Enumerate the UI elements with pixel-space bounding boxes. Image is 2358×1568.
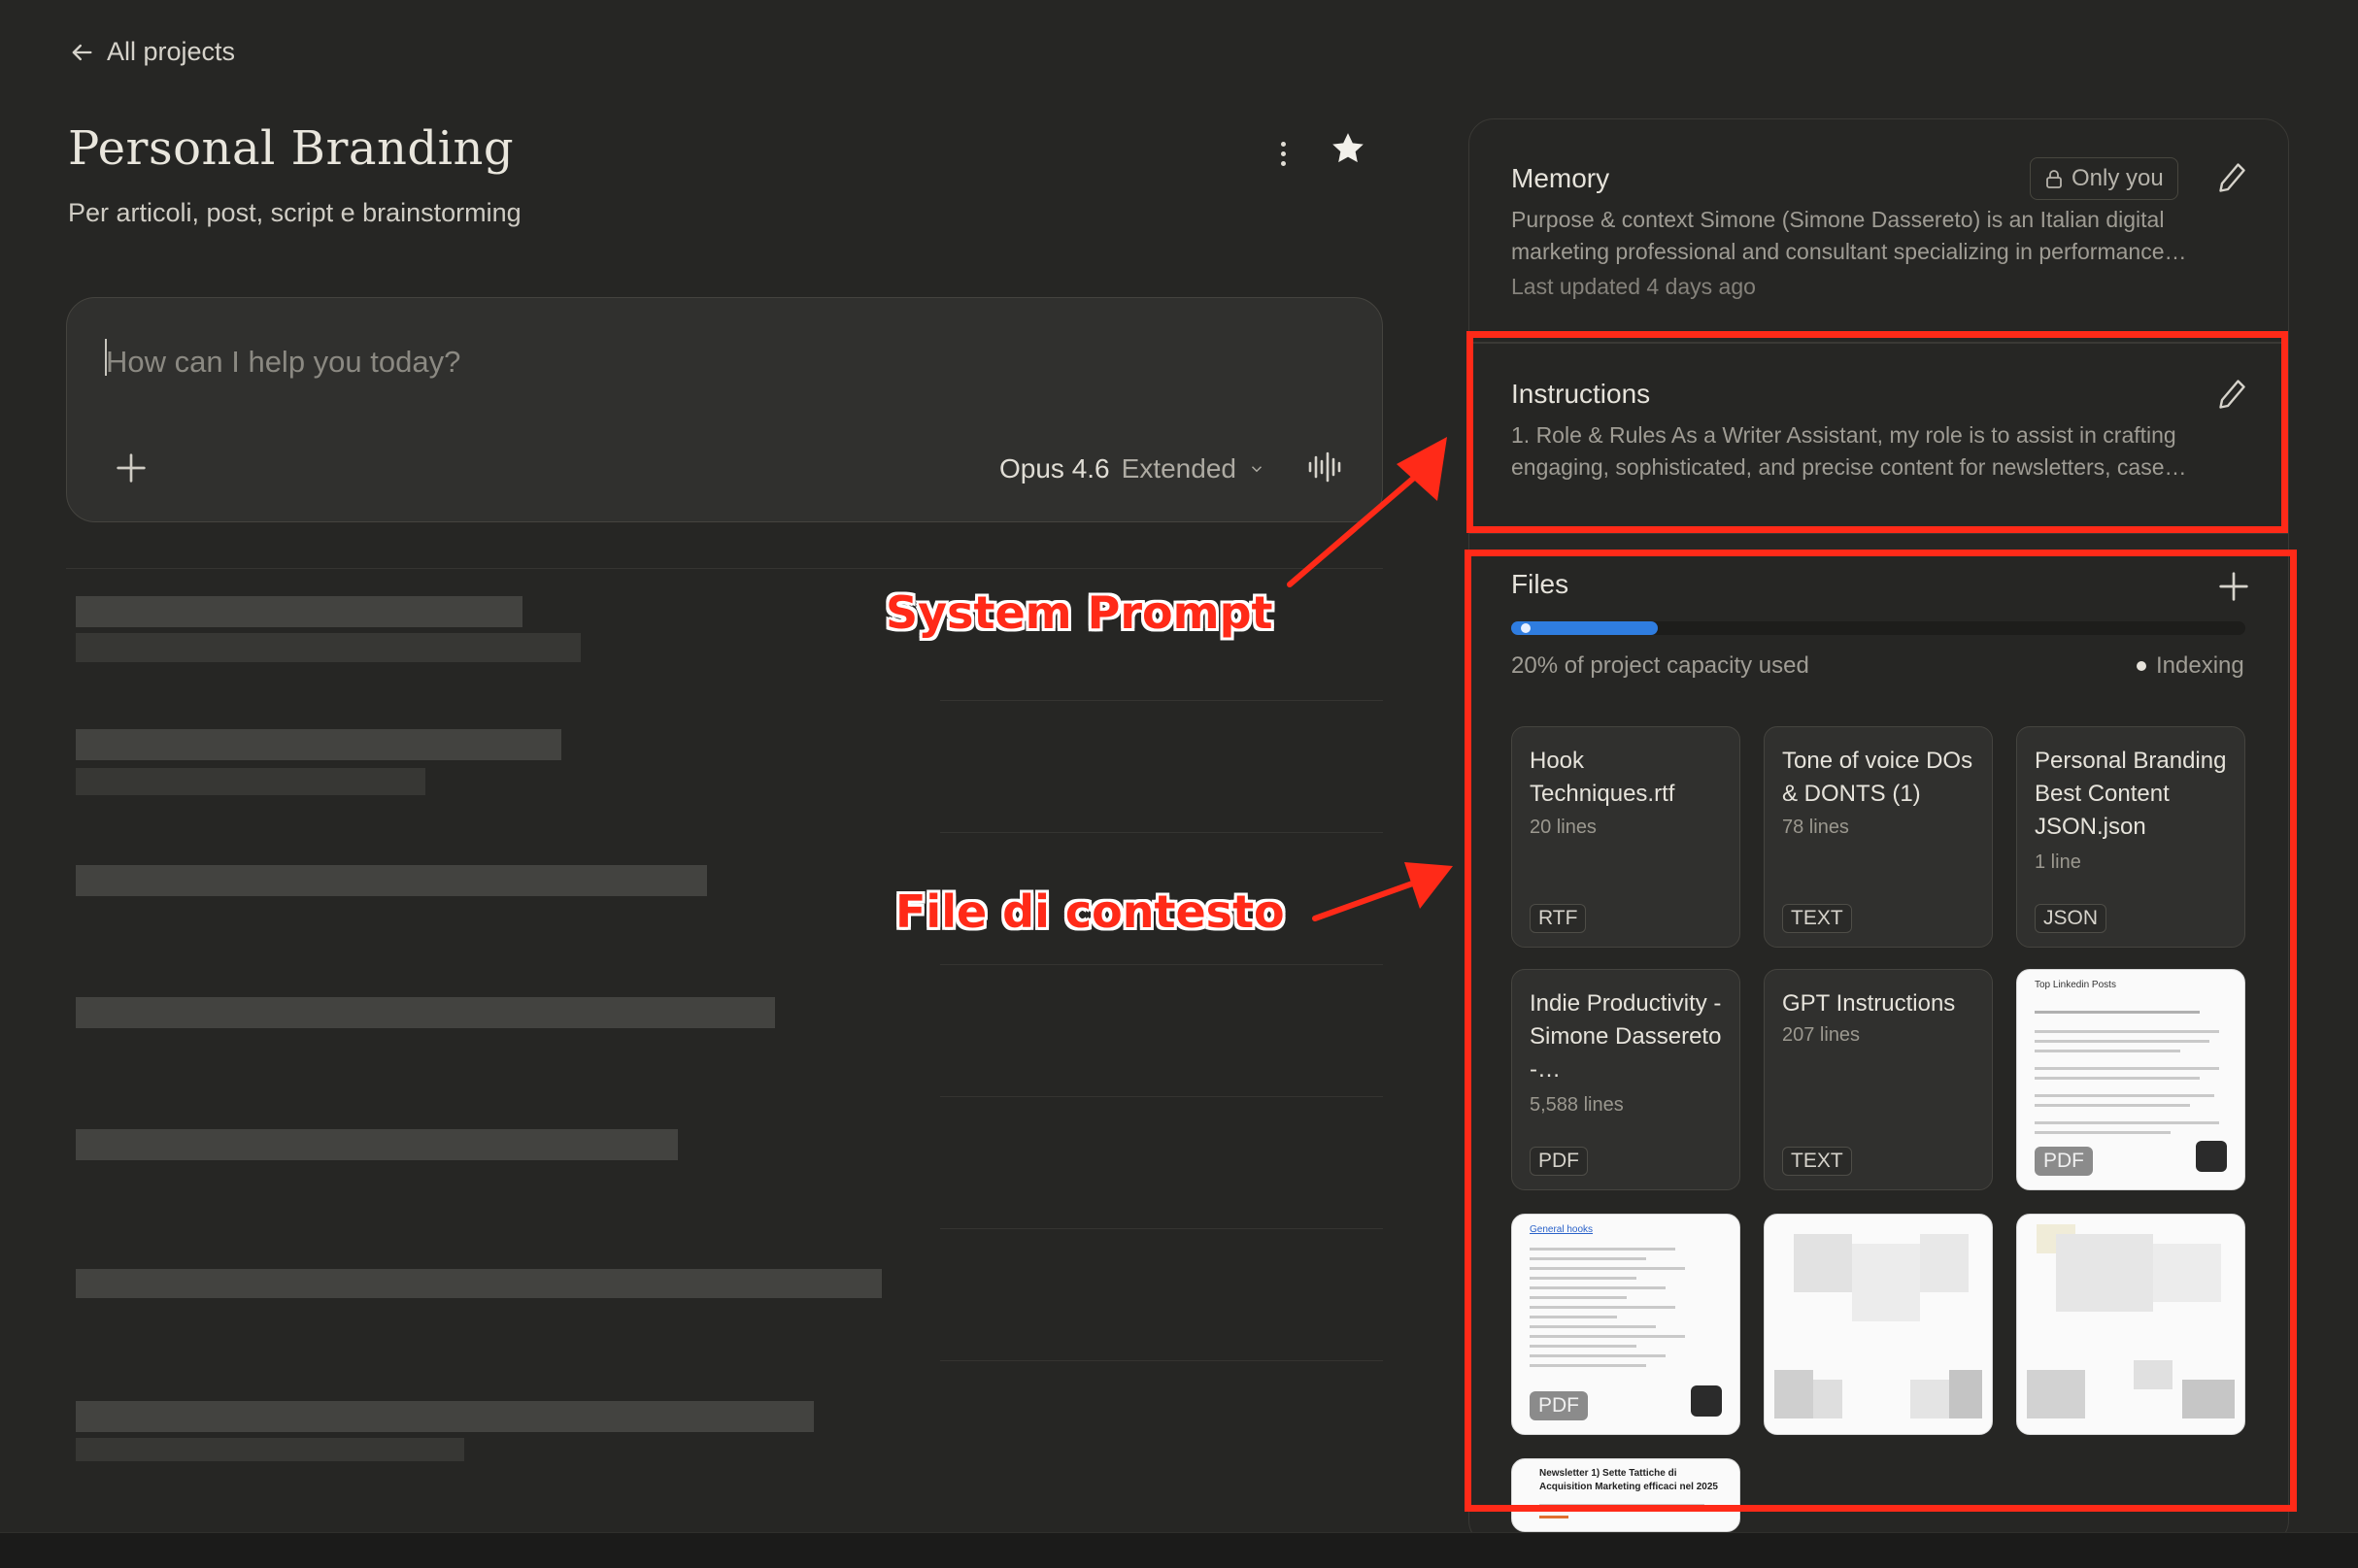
memory-title: Memory — [1511, 163, 1610, 193]
project-description: Per articoli, post, script e brainstormi… — [68, 198, 522, 227]
list-item[interactable] — [66, 700, 1383, 832]
list-item[interactable] — [66, 1096, 1383, 1228]
memory-updated-time: Last updated 4 days ago — [1511, 274, 1756, 299]
context-files-highlight — [1465, 550, 2297, 1512]
message-input[interactable] — [104, 337, 982, 387]
annotation-arrow-icon — [1287, 437, 1447, 587]
conversation-list — [66, 568, 1383, 1539]
pencil-icon[interactable] — [2216, 160, 2251, 195]
list-item[interactable] — [66, 964, 1383, 1096]
annotation-arrow-icon — [1312, 862, 1453, 921]
plus-icon[interactable] — [112, 449, 151, 487]
list-item[interactable] — [66, 1360, 1383, 1492]
window-bottom-bar — [0, 1532, 2358, 1568]
memory-summary: Purpose & context Simone (Simone Dassere… — [1511, 207, 2187, 264]
arrow-left-icon — [72, 44, 92, 60]
text-caret — [105, 339, 107, 376]
back-label: All projects — [107, 37, 236, 66]
project-menu-button[interactable] — [1268, 134, 1297, 173]
model-mode: Extended — [1121, 453, 1236, 484]
model-selector[interactable]: Opus 4.6 Extended — [999, 453, 1265, 484]
star-icon[interactable] — [1329, 129, 1367, 168]
context-files-annotation: File di contesto — [895, 885, 1285, 938]
system-prompt-highlight — [1466, 331, 2288, 533]
chevron-down-icon — [1251, 466, 1262, 473]
visibility-label: Only you — [2072, 165, 2164, 191]
list-item[interactable] — [66, 1228, 1383, 1360]
memory-visibility-badge[interactable]: Only you — [2030, 157, 2178, 200]
chat-composer: Opus 4.6 Extended — [66, 297, 1383, 522]
project-title: Personal Branding — [68, 121, 515, 176]
back-to-all-projects-link[interactable]: All projects — [68, 37, 235, 67]
lock-icon — [2046, 170, 2062, 188]
kebab-menu-icon — [1280, 141, 1286, 147]
system-prompt-annotation: System Prompt — [886, 586, 1273, 639]
model-name: Opus 4.6 — [999, 453, 1110, 484]
